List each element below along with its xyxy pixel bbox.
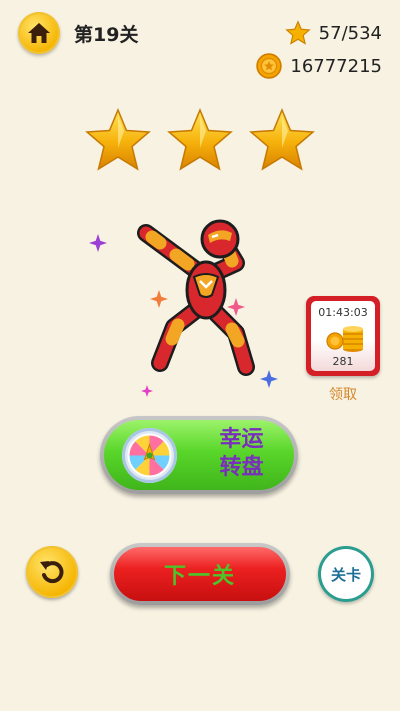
lucky-wheel-label-line1: 幸运 [219, 427, 264, 452]
sparkle-icon [89, 234, 107, 252]
next-level-button[interactable]: 下一关 [110, 543, 290, 605]
coins-text: 16777215 [290, 55, 382, 77]
rating-star-icon [249, 108, 315, 171]
prize-wheel-icon [127, 433, 172, 478]
reward-timer: 01:43:03 [318, 306, 368, 319]
coin-stack-icon [326, 326, 363, 352]
stars-counter: 57/534 [284, 20, 382, 46]
lucky-wheel-button-face: 幸运 转盘 [104, 420, 294, 490]
coins-counter: 16777215 [256, 53, 382, 79]
levels-label: 关卡 [330, 565, 361, 584]
claim-reward-link[interactable]: 领取 [306, 384, 380, 404]
lucky-wheel-button[interactable]: 幸运 转盘 [100, 416, 298, 494]
stars-progress-text: 57/534 [318, 22, 382, 44]
home-button[interactable] [18, 12, 60, 54]
retry-icon [40, 561, 64, 584]
home-icon [28, 23, 50, 43]
rating-star-icon [167, 108, 233, 171]
lucky-wheel-label-line2: 转盘 [219, 455, 264, 480]
sparkle-icon [141, 385, 153, 397]
next-level-label: 下一关 [163, 564, 236, 589]
level-title: 第19关 [74, 24, 139, 46]
wheel-badge [122, 428, 177, 483]
reward-amount: 281 [332, 355, 354, 368]
lucky-wheel-label: 幸运 转盘 [199, 426, 284, 482]
retry-button[interactable] [26, 546, 78, 598]
rating-star-icon [85, 108, 151, 171]
star-icon [284, 20, 311, 45]
levels-button[interactable]: 关卡 [318, 546, 374, 602]
star-rating [84, 108, 316, 172]
timed-reward-card[interactable]: 01:43:03 281 [306, 296, 380, 376]
coin-icon [256, 53, 283, 79]
next-level-button-face: 下一关 [114, 547, 286, 601]
reward-panel: 01:43:03 281 [311, 301, 375, 371]
stickman-character [137, 219, 255, 376]
